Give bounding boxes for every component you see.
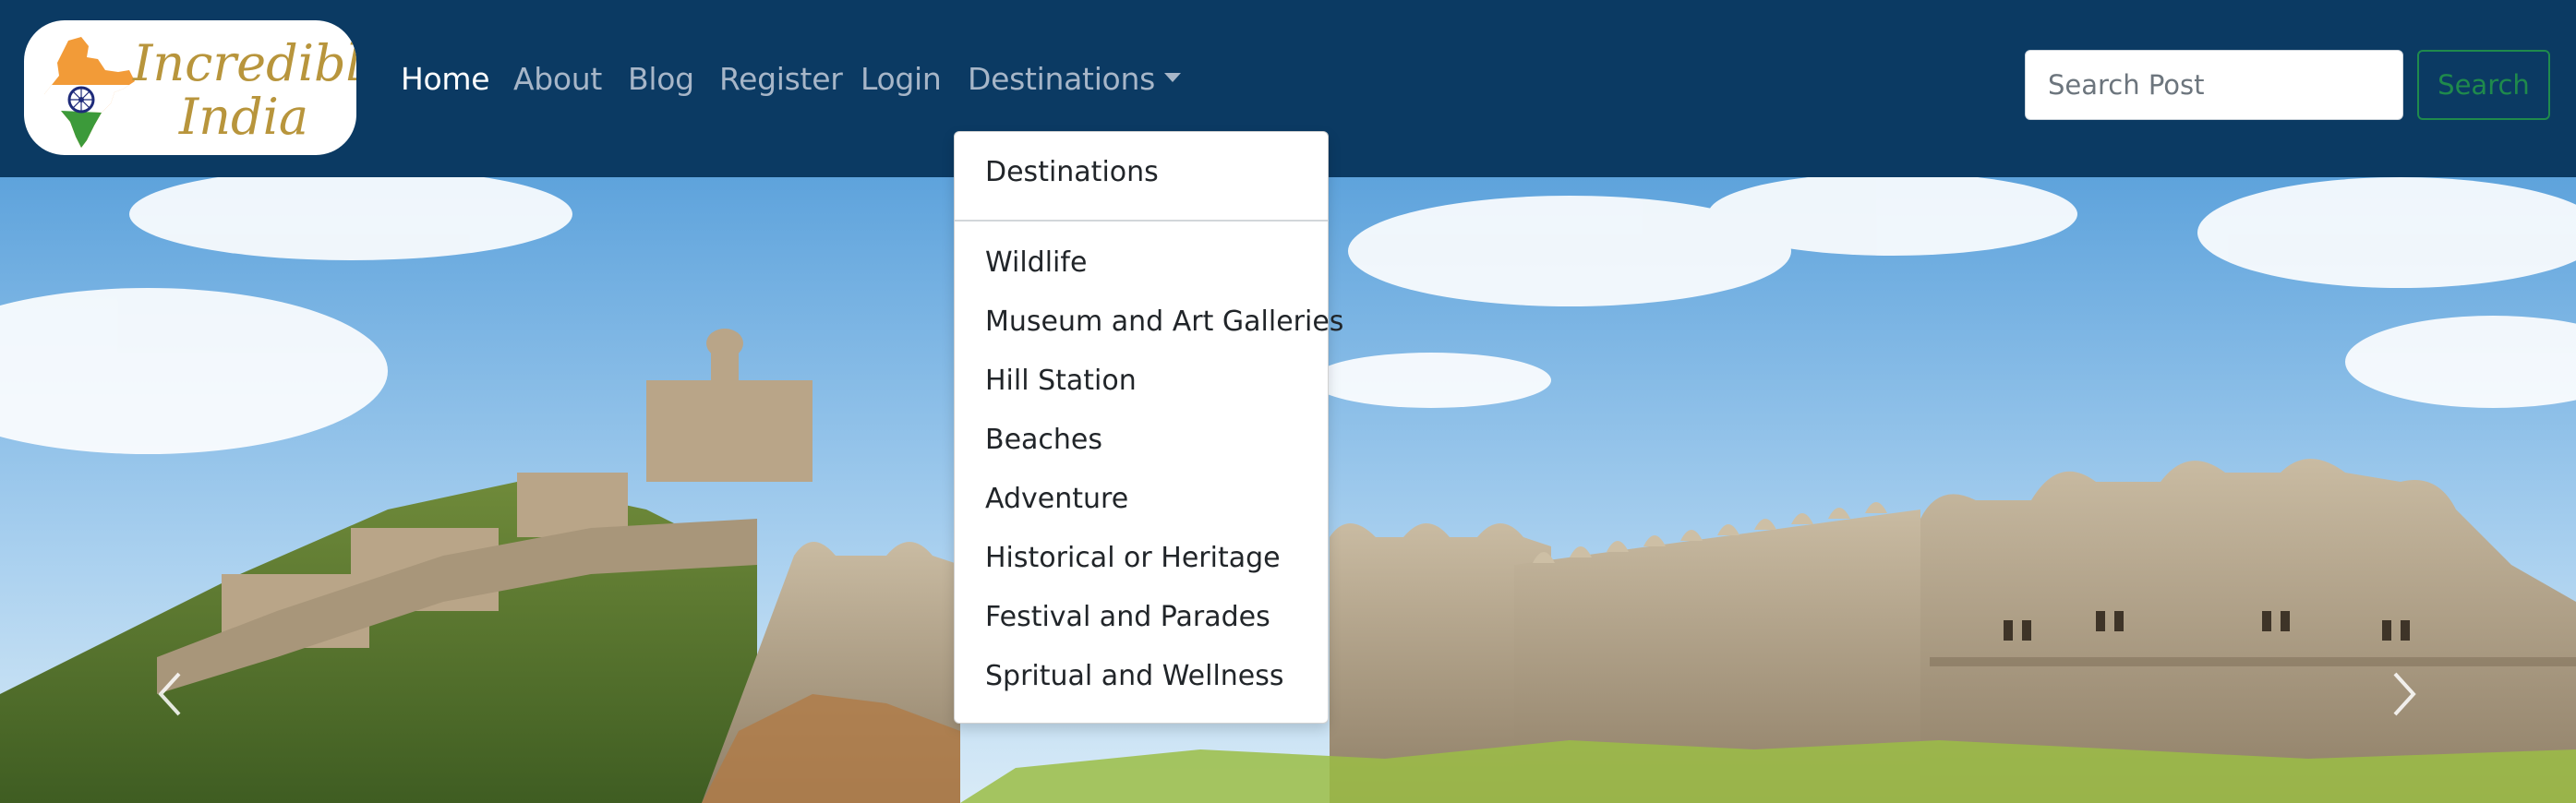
dropdown-item-spiritual-wellness[interactable]: Spritual and Wellness xyxy=(985,660,1284,692)
brand-logo[interactable]: Incredible India xyxy=(24,20,356,155)
dropdown-item-museum-art-galleries[interactable]: Museum and Art Galleries xyxy=(985,306,1343,338)
search-button[interactable]: Search xyxy=(2417,50,2550,120)
carousel-next-button[interactable] xyxy=(2386,666,2423,722)
dropdown-item-festival-parades[interactable]: Festival and Parades xyxy=(985,601,1270,633)
nav-item-blog[interactable]: Blog xyxy=(628,61,694,97)
brand-line-1: Incredible xyxy=(133,34,356,92)
chevron-left-icon xyxy=(158,672,181,716)
india-map-icon xyxy=(44,37,135,148)
dropdown-item-wildlife[interactable]: Wildlife xyxy=(985,246,1087,279)
nav-item-about[interactable]: About xyxy=(513,61,602,97)
search-input[interactable] xyxy=(2025,50,2403,120)
dropdown-header-destinations[interactable]: Destinations xyxy=(985,156,1159,188)
dropdown-item-beaches[interactable]: Beaches xyxy=(985,424,1102,456)
dropdown-item-adventure[interactable]: Adventure xyxy=(985,483,1128,515)
nav-item-destinations[interactable]: Destinations xyxy=(968,61,1181,97)
dropdown-divider xyxy=(955,220,1328,222)
destinations-dropdown: Destinations Wildlife Museum and Art Gal… xyxy=(954,131,1343,724)
nav-item-home[interactable]: Home xyxy=(401,61,490,97)
caret-down-icon xyxy=(1163,72,1181,82)
nav-item-login[interactable]: Login xyxy=(861,61,942,97)
dropdown-item-hill-station[interactable]: Hill Station xyxy=(985,365,1137,397)
dropdown-item-historical-heritage[interactable]: Historical or Heritage xyxy=(985,542,1281,574)
chevron-right-icon xyxy=(2393,672,2416,716)
carousel-prev-button[interactable] xyxy=(151,666,188,722)
nav-item-destinations-label: Destinations xyxy=(968,61,1155,97)
brand-line-2: India xyxy=(178,88,309,146)
nav-item-register[interactable]: Register xyxy=(719,61,843,97)
